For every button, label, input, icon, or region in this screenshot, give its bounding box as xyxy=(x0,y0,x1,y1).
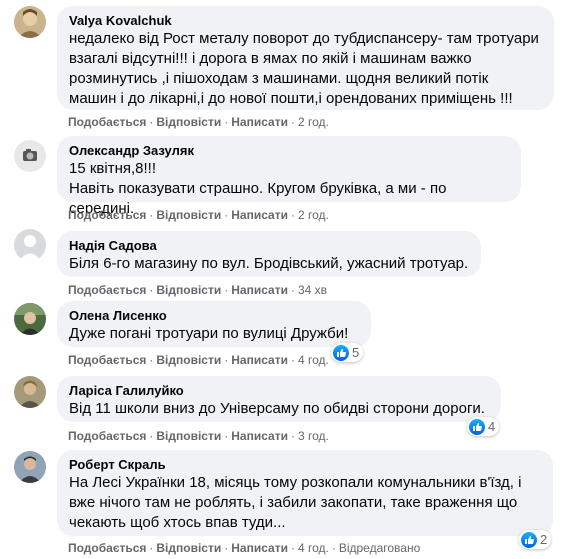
comment-bubble: Надія Садова Біля 6-го магазину по вул. … xyxy=(57,231,481,277)
like-link[interactable]: Подобається xyxy=(68,541,146,555)
comment-text: Дуже погані тротуари по вулиці Дружби! xyxy=(69,324,359,344)
comment-text: Біля 6-го магазину по вул. Бродівський, … xyxy=(69,254,469,274)
text-line: недалеко від Рост металу поворот до тубд… xyxy=(69,30,539,47)
timestamp[interactable]: 4 год. xyxy=(298,541,329,555)
text-line: чекають щоб хтось впав туди... xyxy=(69,514,286,531)
reaction-count[interactable]: 5 xyxy=(331,343,364,362)
write-link[interactable]: Написати xyxy=(231,208,288,222)
comment-author[interactable]: Valya Kovalchuk xyxy=(69,12,542,29)
text-line: вже нічого там не роблять, і забили зако… xyxy=(69,494,518,511)
avatar[interactable] xyxy=(14,376,46,408)
comment-bubble: Ларіса Галилуйко Від 11 школи вниз до Ун… xyxy=(57,376,501,422)
like-icon xyxy=(521,531,537,548)
like-link[interactable]: Подобається xyxy=(68,283,146,297)
like-link[interactable]: Подобається xyxy=(68,115,146,129)
comment-text: Від 11 школи вниз до Універсаму по обидв… xyxy=(69,399,489,419)
reaction-number: 4 xyxy=(488,419,496,434)
timestamp[interactable]: 34 хв xyxy=(298,283,327,297)
comment-author[interactable]: Ларіса Галилуйко xyxy=(69,382,489,399)
comment-actions: Подобається · Відповісти · Написати · 4 год. · В… xyxy=(68,541,421,555)
comment-bubble: Олена Лисенко Дуже погані тротуари по ву… xyxy=(57,301,371,347)
text-line: На Лесі Українки 18, місяць тому розкопа… xyxy=(69,474,522,491)
comment-actions: Подобається · Відповісти · Написати · 4 год. xyxy=(68,353,329,367)
reply-link[interactable]: Відповісти xyxy=(156,283,221,297)
like-icon xyxy=(469,418,485,435)
write-link[interactable]: Написати xyxy=(231,541,288,555)
reaction-count[interactable]: 4 xyxy=(467,417,500,436)
text-line: розминутись ,і пішоходам з машинами. щод… xyxy=(69,70,489,87)
like-link[interactable]: Подобається xyxy=(68,429,146,443)
timestamp[interactable]: 2 год. xyxy=(298,115,329,129)
reply-link[interactable]: Відповісти xyxy=(156,353,221,367)
timestamp[interactable]: 4 год. xyxy=(298,353,329,367)
avatar[interactable] xyxy=(14,303,46,335)
like-icon xyxy=(333,344,349,361)
avatar[interactable] xyxy=(14,140,46,172)
timestamp[interactable]: 2 год. xyxy=(298,208,329,222)
comment-bubble: Роберт Скраль На Лесі Українки 18, місяц… xyxy=(57,450,553,536)
comment-actions: Подобається · Відповісти · Написати · 2 год. xyxy=(68,115,329,129)
comment-bubble: Олександр Зазуляк 15 квітня,8!!! Навіть … xyxy=(57,136,521,217)
reply-link[interactable]: Відповісти xyxy=(156,429,221,443)
reaction-count[interactable]: 2 xyxy=(519,530,552,549)
comment-actions: Подобається · Відповісти · Написати · 3 год. xyxy=(68,429,329,443)
reply-link[interactable]: Відповісти xyxy=(156,115,221,129)
comment-actions: Подобається · Відповісти · Написати · 34 хв xyxy=(68,283,328,297)
timestamp[interactable]: 3 год. xyxy=(298,429,329,443)
write-link[interactable]: Написати xyxy=(231,115,288,129)
like-link[interactable]: Подобається xyxy=(68,208,146,222)
edited-label[interactable]: Відредаговано xyxy=(339,541,420,555)
reaction-number: 2 xyxy=(540,532,548,547)
like-link[interactable]: Подобається xyxy=(68,353,146,367)
comment-bubble: Valya Kovalchuk недалеко від Рост металу… xyxy=(57,6,554,110)
text-line: взагалі відсутні!!! і дорога в ямах по я… xyxy=(69,50,472,67)
comment-text: недалеко від Рост металу поворот до тубд… xyxy=(69,29,542,109)
text-line: 15 квітня,8!!! xyxy=(69,160,157,177)
write-link[interactable]: Написати xyxy=(231,353,288,367)
comment-author[interactable]: Надія Садова xyxy=(69,237,469,254)
reply-link[interactable]: Відповісти xyxy=(156,541,221,555)
reply-link[interactable]: Відповісти xyxy=(156,208,221,222)
write-link[interactable]: Написати xyxy=(231,429,288,443)
write-link[interactable]: Написати xyxy=(231,283,288,297)
text-line: Біля 6-го магазину по вул. Бродівський, … xyxy=(69,255,469,272)
text-line: машин і до лікарні,і до нової пошти,і ор… xyxy=(69,90,513,107)
avatar[interactable] xyxy=(14,451,46,483)
comment-author[interactable]: Олександр Зазуляк xyxy=(69,142,509,159)
avatar[interactable] xyxy=(14,229,46,261)
comment-author[interactable]: Олена Лисенко xyxy=(69,307,359,324)
text-line: Дуже погані тротуари по вулиці Дружби! xyxy=(69,325,349,342)
avatar[interactable] xyxy=(14,6,46,38)
comment-actions: Подобається · Відповісти · Написати · 2 год. xyxy=(68,208,329,222)
text-line: Від 11 школи вниз до Універсаму по обидв… xyxy=(69,400,485,417)
comment-author[interactable]: Роберт Скраль xyxy=(69,456,541,473)
reaction-number: 5 xyxy=(352,345,360,360)
comment-text: На Лесі Українки 18, місяць тому розкопа… xyxy=(69,473,541,533)
